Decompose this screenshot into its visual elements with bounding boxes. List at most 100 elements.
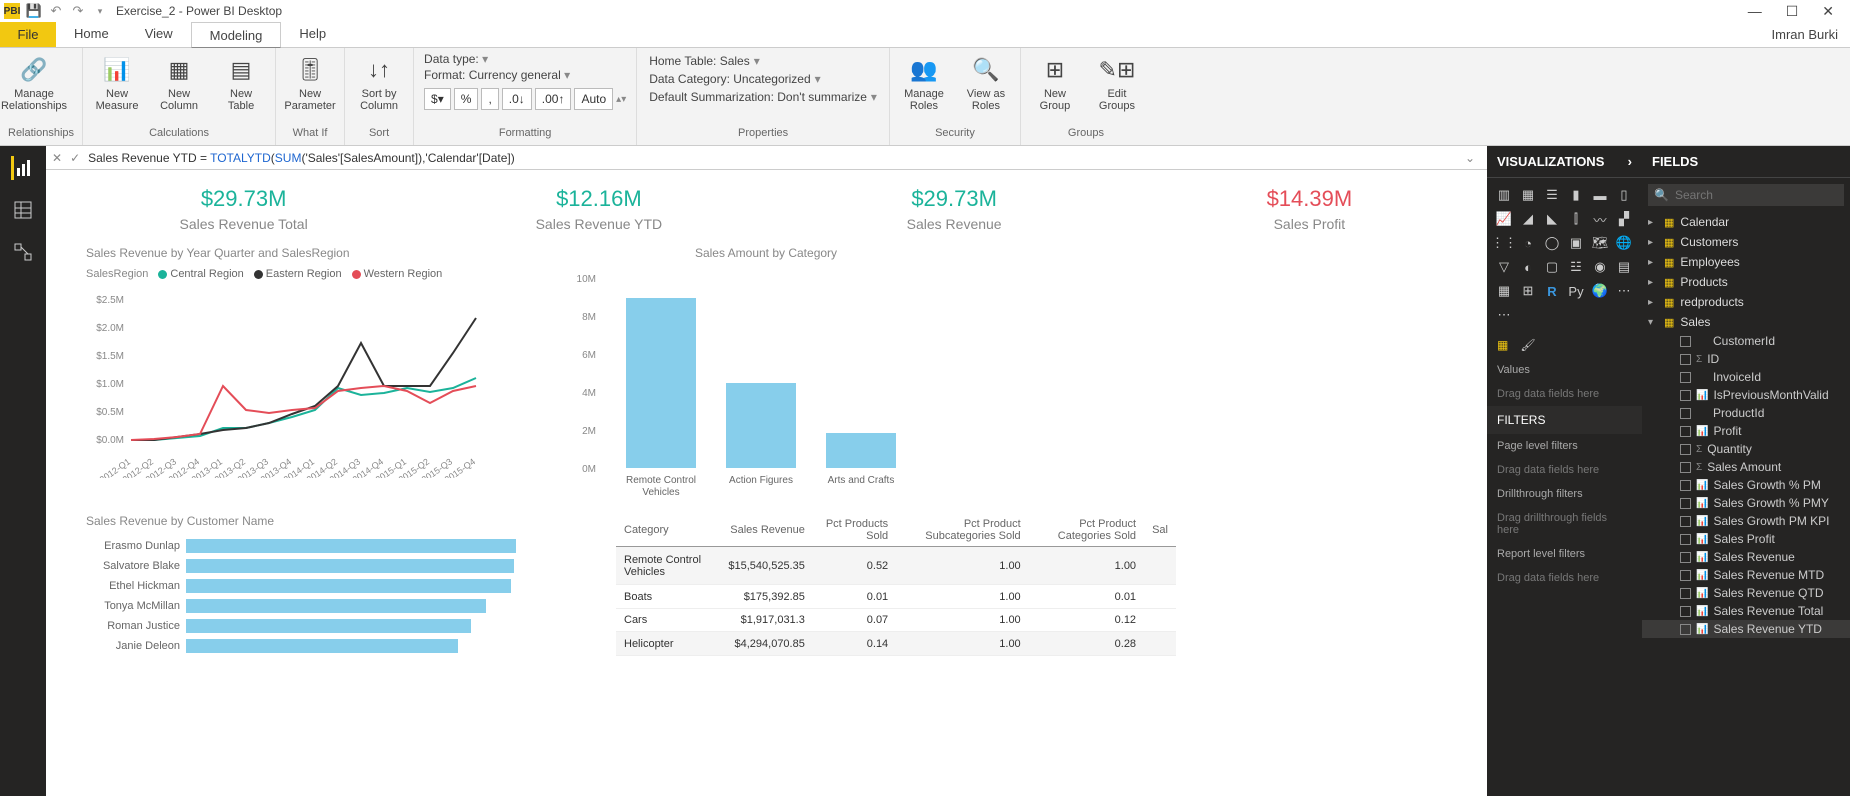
vis-waterfall-icon[interactable]: ▞ [1613,208,1635,230]
formula-input[interactable]: Sales Revenue YTD = TOTALYTD(SUM('Sales'… [88,151,1451,165]
data-category-dropdown[interactable]: Data Category: Uncategorized ▾ [649,72,877,86]
cancel-formula-icon[interactable]: ✕ [52,151,62,165]
vis-clustered-column-icon[interactable]: ▮ [1565,184,1587,206]
field-checkbox[interactable] [1680,390,1691,401]
vis-stacked-area-icon[interactable]: ◣ [1541,208,1563,230]
field-sales-revenue-mtd[interactable]: 📊Sales Revenue MTD [1642,566,1850,584]
summarization-dropdown[interactable]: Default Summarization: Don't summarize ▾ [649,90,877,104]
increase-decimal-button[interactable]: .00↑ [535,88,572,110]
card-sales-revenue-ytd[interactable]: $12.16MSales Revenue YTD [441,186,756,232]
vis-filled-map-icon[interactable]: 🌐 [1613,232,1635,254]
field-id[interactable]: ΣID [1642,350,1850,368]
manage-relationships-button[interactable]: 🔗 Manage Relationships [8,54,60,112]
vis-card-icon[interactable]: ▢ [1541,256,1563,278]
field-checkbox[interactable] [1680,354,1691,365]
tab-help[interactable]: Help [281,22,344,47]
redo-icon[interactable]: ↷ [70,3,86,19]
field-ispreviousmonthvalid[interactable]: 📊IsPreviousMonthValid [1642,386,1850,404]
commit-formula-icon[interactable]: ✓ [70,151,80,165]
field-sales-revenue-qtd[interactable]: 📊Sales Revenue QTD [1642,584,1850,602]
currency-button[interactable]: $ ▾ [424,88,451,110]
format-well-icon[interactable]: 🖌 [1520,338,1535,352]
vis-line-icon[interactable]: 📈 [1493,208,1515,230]
data-table[interactable]: CategorySales RevenuePct Products SoldPc… [616,514,1176,656]
view-as-roles-button[interactable]: 🔍View as Roles [960,54,1012,112]
field-productid[interactable]: ProductId [1642,404,1850,422]
vis-slicer-icon[interactable]: ▤ [1613,256,1635,278]
table-products[interactable]: ▸▦Products [1642,272,1850,292]
comma-button[interactable]: , [481,88,498,110]
table-header[interactable]: Sales Revenue [720,514,812,547]
visualizations-header[interactable]: VISUALIZATIONS› [1487,146,1642,178]
datatype-dropdown[interactable]: Data type: ▾ [424,52,626,66]
vis-100-column-icon[interactable]: ▯ [1613,184,1635,206]
field-checkbox[interactable] [1680,516,1691,527]
field-customerid[interactable]: CustomerId [1642,332,1850,350]
undo-icon[interactable]: ↶ [48,3,64,19]
hbar-row[interactable]: Erasmo Dunlap [86,536,546,556]
vis-clustered-bar-icon[interactable]: ☰ [1541,184,1563,206]
field-checkbox[interactable] [1680,534,1691,545]
vis-stacked-bar-icon[interactable]: ▥ [1493,184,1515,206]
new-table-button[interactable]: ▤New Table [215,54,267,112]
table-calendar[interactable]: ▸▦Calendar [1642,212,1850,232]
field-checkbox[interactable] [1680,480,1691,491]
sort-by-column-button[interactable]: ↓↑Sort by Column [353,54,405,112]
field-checkbox[interactable] [1680,588,1691,599]
bar-chart[interactable]: Sales Amount by Category 10M 8M 6M 4M 2M… [566,246,966,498]
table-sales[interactable]: ▾▦Sales [1642,312,1850,332]
edit-groups-button[interactable]: ✎⊞Edit Groups [1091,54,1143,112]
table-row[interactable]: Boats$175,392.850.011.000.01 [616,585,1176,609]
vis-line-column-icon[interactable]: ⫿ [1565,208,1587,230]
field-sales-growth-pm-kpi[interactable]: 📊Sales Growth PM KPI [1642,512,1850,530]
line-chart[interactable]: Sales Revenue by Year Quarter and SalesR… [86,246,526,498]
tab-modeling[interactable]: Modeling [191,22,282,48]
vis-multirow-icon[interactable]: ☳ [1565,256,1587,278]
card-sales-revenue-total[interactable]: $29.73MSales Revenue Total [86,186,401,232]
table-row[interactable]: Remote Control Vehicles$15,540,525.350.5… [616,547,1176,585]
values-drop[interactable]: Drag data fields here [1487,382,1642,406]
table-employees[interactable]: ▸▦Employees [1642,252,1850,272]
field-checkbox[interactable] [1680,462,1691,473]
maximize-button[interactable]: ☐ [1786,3,1799,20]
vis-funnel-icon[interactable]: ▽ [1493,256,1515,278]
table-header[interactable]: Sal [1144,514,1176,547]
hbar-row[interactable]: Ethel Hickman [86,576,546,596]
search-input[interactable] [1675,188,1838,202]
vis-100-bar-icon[interactable]: ▬ [1589,184,1611,206]
report-filters-drop[interactable]: Drag data fields here [1487,566,1642,590]
vis-more-icon[interactable]: ⋯ [1493,304,1515,326]
field-checkbox[interactable] [1680,624,1691,635]
vis-map-icon[interactable]: 🗺 [1589,232,1611,254]
field-invoiceid[interactable]: InvoiceId [1642,368,1850,386]
vis-pie-icon[interactable]: ◔ [1517,232,1539,254]
field-sales-amount[interactable]: ΣSales Amount [1642,458,1850,476]
minimize-button[interactable]: ― [1748,3,1762,20]
field-sales-growth-%-pmy[interactable]: 📊Sales Growth % PMY [1642,494,1850,512]
field-sales-revenue-ytd[interactable]: 📊Sales Revenue YTD [1642,620,1850,638]
new-measure-button[interactable]: 📊New Measure [91,54,143,112]
table-redproducts[interactable]: ▸▦redproducts [1642,292,1850,312]
field-checkbox[interactable] [1680,336,1691,347]
table-header[interactable]: Category [616,514,720,547]
format-dropdown[interactable]: Format: Currency general ▾ [424,68,626,82]
new-parameter-button[interactable]: 🎚New Parameter [284,54,336,112]
vis-area-icon[interactable]: ◢ [1517,208,1539,230]
field-checkbox[interactable] [1680,570,1691,581]
vis-stacked-column-icon[interactable]: ▦ [1517,184,1539,206]
tab-view[interactable]: View [127,22,191,47]
table-header[interactable]: Pct Product Subcategories Sold [896,514,1029,547]
field-checkbox[interactable] [1680,426,1691,437]
hbar-row[interactable]: Tonya McMillan [86,596,546,616]
table-row[interactable]: Helicopter$4,294,070.850.141.000.28 [616,632,1176,656]
card-sales-revenue[interactable]: $29.73MSales Revenue [797,186,1112,232]
page-filters-drop[interactable]: Drag data fields here [1487,458,1642,482]
vis-r-icon[interactable]: R [1541,280,1563,302]
data-view-icon[interactable] [11,198,35,222]
qat-dropdown-icon[interactable]: ▾ [92,3,108,19]
vis-donut-icon[interactable]: ◯ [1541,232,1563,254]
vis-matrix-icon[interactable]: ⊞ [1517,280,1539,302]
table-header[interactable]: Pct Products Sold [813,514,896,547]
vis-treemap-icon[interactable]: ▣ [1565,232,1587,254]
report-view-icon[interactable] [11,156,35,180]
